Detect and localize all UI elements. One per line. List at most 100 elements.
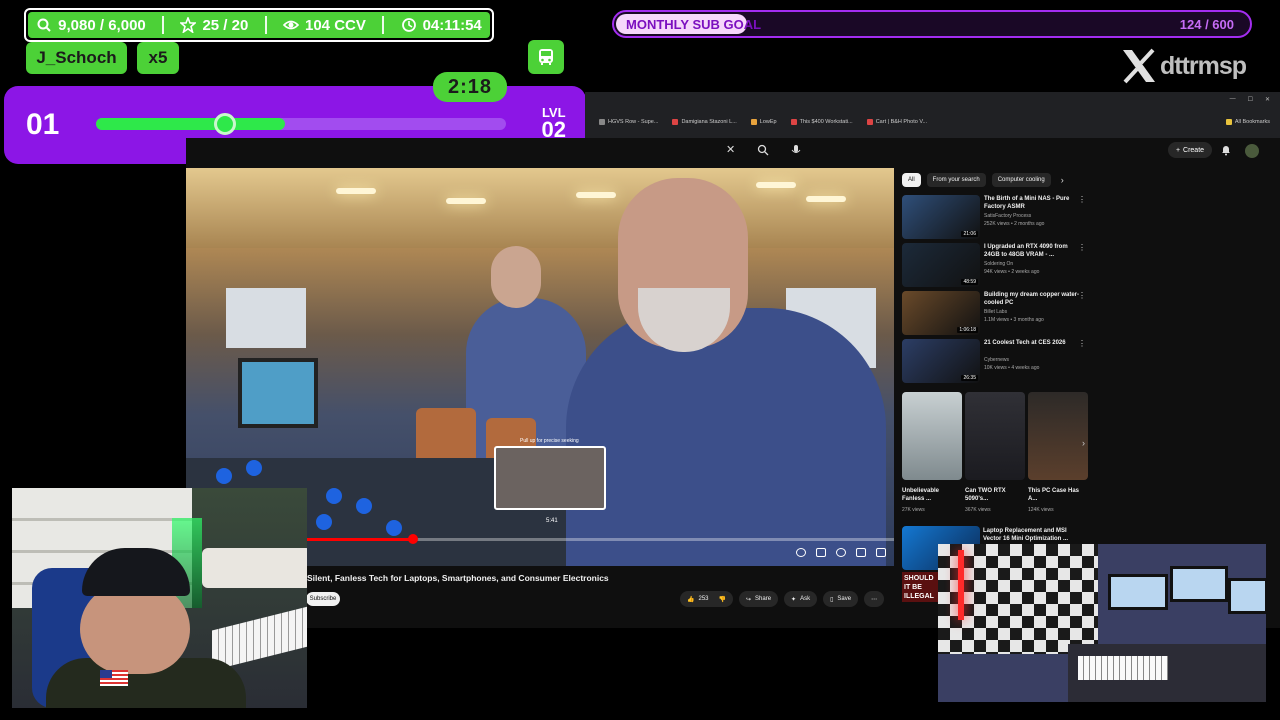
recommendation-channel[interactable]: Soldering On — [984, 261, 1013, 267]
viewers-value: 104 CCV — [305, 16, 366, 34]
recommendation-item[interactable]: 1:06:18 Building my dream copper water-co… — [902, 291, 1092, 335]
social-handle-text: dttrmsp — [1160, 51, 1247, 80]
notifications-icon[interactable] — [1220, 144, 1232, 156]
multiplier-value: x5 — [148, 48, 168, 67]
account-avatar[interactable] — [1245, 144, 1259, 158]
more-options-icon[interactable]: ⋮ — [1078, 339, 1086, 348]
shorts-captions: Unbelievable Fanless ... 27K views Can TW… — [902, 487, 1088, 514]
recommendation-thumbnail[interactable]: 1:06:18 — [902, 291, 980, 335]
followers-stat: 9,080 / 6,000 — [36, 17, 146, 34]
chip-computer-cooling[interactable]: Computer cooling — [991, 173, 1051, 187]
more-options-icon[interactable]: ⋮ — [1078, 195, 1086, 204]
recommendation-channel[interactable]: SatisFactory Process — [984, 213, 1031, 219]
thumbs-up-icon: 👍 — [687, 596, 695, 603]
maximize-icon[interactable]: ☐ — [1248, 96, 1253, 103]
miniplayer-icon[interactable] — [856, 548, 866, 557]
close-window-icon[interactable]: ✕ — [1265, 96, 1270, 103]
captions-icon[interactable] — [816, 548, 826, 557]
recommendation-thumbnail[interactable]: 26:35 — [902, 339, 980, 383]
short-caption[interactable]: Unbelievable Fanless ... 27K views — [902, 487, 962, 514]
bookmark-item[interactable]: HGVS Row - Supe... — [599, 119, 658, 125]
all-bookmarks[interactable]: All Bookmarks — [1225, 119, 1280, 125]
search-controls: ✕ — [726, 143, 801, 156]
microphone-icon[interactable] — [791, 144, 801, 156]
recommendation-title[interactable]: Laptop Replacement and MSI Vector 16 Min… — [983, 527, 1083, 543]
recommendation-title[interactable]: The Birth of a Mini NAS - Pure Factory A… — [984, 195, 1080, 211]
seek-preview-thumbnail — [494, 446, 606, 510]
video-scrubber[interactable] — [407, 534, 418, 544]
clear-search-icon[interactable]: ✕ — [726, 143, 735, 156]
bookmark-item[interactable]: LowEp — [750, 119, 777, 125]
video-title: Silent, Fanless Tech for Laptops, Smartp… — [307, 573, 609, 583]
create-button[interactable]: + Create — [1168, 142, 1212, 158]
short-thumbnail[interactable] — [1028, 392, 1088, 480]
ask-button[interactable]: ✦ Ask — [784, 591, 818, 607]
recommendation-thumbnail[interactable]: SHOULD IT BE ILLEGAL — [902, 572, 938, 602]
recommendation-meta: 10K views • 4 weeks ago — [984, 365, 1040, 371]
video-duration: 1:06:18 — [957, 327, 978, 333]
recommendation-thumbnail[interactable]: 48:59 — [902, 243, 980, 287]
bookmark-icon: ▯ — [830, 596, 834, 603]
bookmark-item[interactable]: This $400 Workstati... — [790, 119, 853, 125]
share-icon: ↪ — [745, 596, 752, 603]
short-caption[interactable]: Can TWO RTX 5090's... 367K views — [965, 487, 1025, 514]
level-progress-fill — [96, 118, 285, 130]
recommendation-title[interactable]: I Upgraded an RTX 4090 from 24GB to 48GB… — [984, 243, 1080, 259]
save-button[interactable]: ▯ Save — [823, 591, 859, 607]
latest-user-name: J_Schoch — [36, 48, 117, 67]
eye-icon — [283, 20, 299, 30]
like-button[interactable]: 👍 253 👎 — [680, 591, 733, 607]
recommendation-meta: 94K views • 2 weeks ago — [984, 269, 1040, 275]
video-duration: 21:06 — [961, 231, 978, 237]
recommendation-channel[interactable]: Billet Labs — [984, 309, 1007, 315]
chevron-right-icon[interactable]: › — [1082, 438, 1085, 448]
next-level: LVL 02 — [542, 106, 566, 141]
filter-chips: All From your search Computer cooling › — [902, 173, 1064, 187]
chip-all[interactable]: All — [902, 173, 921, 187]
recommendation-item[interactable]: 26:35 21 Coolest Tech at CES 2026 Cybernew… — [902, 339, 1092, 383]
viewers-stat: 104 CCV — [283, 17, 366, 34]
latest-user-badge: J_Schoch — [26, 42, 127, 74]
stars-value: 25 / 20 — [202, 16, 249, 34]
level-timer: 2:18 — [433, 72, 507, 102]
subscribe-button[interactable]: Subscribe — [306, 592, 340, 606]
recommendation-title[interactable]: 21 Coolest Tech at CES 2026 — [984, 339, 1080, 347]
fullscreen-icon[interactable] — [876, 548, 886, 557]
window-controls: — ☐ ✕ — [585, 92, 1280, 106]
bookmark-item[interactable]: Cart | B&H Photo V... — [866, 119, 927, 125]
thumbs-down-icon[interactable]: 👎 — [719, 596, 726, 603]
bookmarks-bar: HGVS Row - Supe... Damigiana Stazoni L..… — [585, 116, 1280, 128]
bookmark-item[interactable]: Damigiana Stazoni L... — [672, 119, 737, 125]
minimize-icon[interactable]: — — [1230, 96, 1236, 102]
settings-icon[interactable] — [836, 548, 846, 557]
recommendation-item[interactable]: 48:59 I Upgraded an RTX 4090 from 24GB to… — [902, 243, 1092, 287]
shorts-shelf — [902, 392, 1088, 480]
short-thumbnail[interactable] — [965, 392, 1025, 480]
uptime-value: 04:11:54 — [422, 16, 482, 34]
level-progress-track — [96, 113, 506, 135]
recommendation-channel[interactable]: Cybernews — [984, 357, 1009, 363]
short-caption[interactable]: This PC Case Has A... 124K views — [1028, 487, 1088, 514]
more-options-icon[interactable]: ⋮ — [1078, 243, 1086, 252]
browser-chrome: — ☐ ✕ HGVS Row - Supe... Damigiana Stazo… — [585, 92, 1280, 138]
recommendation-item[interactable]: 21:06 The Birth of a Mini NAS - Pure Fact… — [902, 195, 1092, 239]
share-button[interactable]: ↪ Share — [738, 591, 779, 607]
recommendation-thumbnail[interactable]: 21:06 — [902, 195, 980, 239]
short-thumbnail[interactable] — [902, 392, 962, 480]
video-duration: 48:59 — [961, 279, 978, 285]
more-options-icon[interactable]: ⋮ — [1078, 291, 1086, 300]
video-duration: 26:35 — [961, 375, 978, 381]
chevron-right-icon[interactable]: › — [1061, 175, 1064, 185]
search-icon[interactable] — [757, 144, 769, 156]
recommendation-title[interactable]: Building my dream copper water-cooled PC — [984, 291, 1080, 307]
stars-stat: 25 / 20 — [180, 17, 248, 34]
chip-from-your-search[interactable]: From your search — [926, 173, 986, 187]
autoplay-icon[interactable] — [796, 548, 806, 557]
uptime-stat: 04:11:54 — [401, 17, 482, 34]
current-level: 01 — [26, 108, 60, 141]
social-handle: dttrmsp — [1120, 48, 1247, 84]
stream-stats-bar: 9,080 / 6,000 25 / 20 104 CCV 04:11:54 — [24, 8, 494, 42]
multiplier-badge: x5 — [137, 42, 179, 74]
more-actions-button[interactable]: ⋯ — [864, 591, 885, 607]
video-actions: 👍 253 👎 ↪ Share ✦ Ask ▯ Save ⋯ — [680, 591, 885, 607]
